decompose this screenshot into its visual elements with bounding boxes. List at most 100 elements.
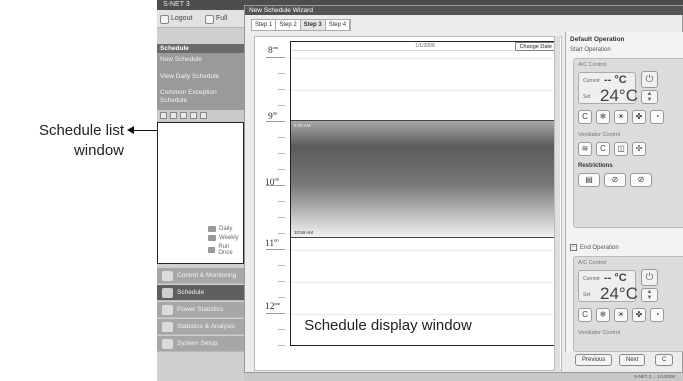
menu-new-schedule[interactable]: New Schedule <box>160 56 242 64</box>
list-item[interactable]: Daily <box>208 226 232 232</box>
list-item-label: Weekly <box>219 235 239 241</box>
hour: 10 <box>265 178 275 188</box>
tab-step-2[interactable]: Step 2 <box>276 20 301 30</box>
full-button[interactable]: Full <box>205 13 227 25</box>
list-item[interactable]: Run Once <box>208 244 243 256</box>
schedule-list-window: Daily Weekly Run Once <box>157 122 244 264</box>
quarter-tick <box>278 345 285 346</box>
schedule-event-block[interactable]: 9:00 AM 10:59 AM <box>291 120 559 238</box>
tab-step-3[interactable]: Step 3 <box>300 20 326 30</box>
current-label: Current <box>583 276 600 282</box>
tab-step-4[interactable]: Step 4 <box>326 20 351 30</box>
logout-button[interactable]: Logout <box>160 13 192 25</box>
hour-suffix: pm <box>274 301 281 306</box>
dry-mode-icon[interactable]: ◔ <box>650 308 664 322</box>
hour-tick <box>266 249 285 250</box>
end-operation-label: End Operation <box>580 244 619 251</box>
lock-remote-icon[interactable]: ▤ <box>578 173 600 187</box>
callout-line-1: Schedule list <box>38 122 124 139</box>
power-icon[interactable]: ⏻ <box>641 71 658 88</box>
quarter-tick <box>278 137 285 138</box>
event-start-time: 9:00 AM <box>294 123 311 128</box>
heat-mode-icon[interactable]: ☀ <box>614 110 628 124</box>
edit-icon[interactable] <box>170 112 177 119</box>
hour-tick <box>266 185 285 186</box>
schedule-icon-row <box>157 110 244 122</box>
nav-label: Power Statistics <box>177 306 224 313</box>
temp-stepper[interactable]: ▲ ▼ <box>641 90 658 104</box>
cancel-button[interactable]: C <box>655 354 674 366</box>
app-title: S-NET 3 <box>163 1 190 8</box>
cool-mode-icon[interactable]: ❄ <box>596 308 610 322</box>
vent-bypass-icon[interactable]: ◫ <box>614 142 628 156</box>
schedule-area: 8am 900 1000 1100 12pm 1/1/2008 Change D… <box>254 36 562 371</box>
next-button[interactable]: Next <box>619 354 646 366</box>
quarter-tick <box>278 233 285 234</box>
heat-mode-icon[interactable]: ☀ <box>614 308 628 322</box>
schedule-display-window[interactable]: 1/1/2008 Change Date 9:00 AM 10:59 AM <box>290 41 560 346</box>
logout-icon <box>160 14 169 24</box>
nav-system-setup[interactable]: System Setup <box>157 336 244 352</box>
hour-suffix: 00 <box>274 238 279 243</box>
settings-icon <box>162 339 173 349</box>
tab-step-1[interactable]: Step 1 <box>252 20 277 30</box>
menu-view-daily[interactable]: View Daily Schedule <box>160 73 242 81</box>
add-icon[interactable] <box>160 112 167 119</box>
dry-mode-icon[interactable]: ◔ <box>650 110 664 124</box>
vent-auto-icon[interactable]: C <box>596 142 610 156</box>
nav-control-monitoring[interactable]: Control & Monitoring <box>157 268 244 284</box>
refresh-icon[interactable] <box>200 112 207 119</box>
nav-schedule[interactable]: Schedule <box>157 285 244 301</box>
mode-buttons: C ❄ ☀ ✤ ◔ <box>578 308 664 322</box>
current-temp: -- °C <box>604 272 627 284</box>
copy-icon[interactable] <box>180 112 187 119</box>
previous-button[interactable]: Previous <box>575 354 613 366</box>
vent-fan-icon[interactable]: ✣ <box>632 142 646 156</box>
schedule-menu: New Schedule View Daily Schedule Common … <box>157 53 244 110</box>
restrictions-label: Restrictions <box>578 163 613 169</box>
list-item[interactable]: Weekly <box>208 235 239 241</box>
delete-icon[interactable] <box>190 112 197 119</box>
main-nav: Control & Monitoring Schedule Power Stat… <box>157 268 244 378</box>
schedule-icon <box>162 288 173 298</box>
ac-control-label: A/C Control <box>578 62 607 68</box>
quarter-tick <box>278 265 285 266</box>
fan-mode-icon[interactable]: ✤ <box>632 308 646 322</box>
logout-label: Logout <box>171 15 193 22</box>
quarter-tick <box>278 217 285 218</box>
nav-power-statistics[interactable]: Power Statistics <box>157 302 244 318</box>
time-label-11: 1100 <box>265 238 279 249</box>
power-icon[interactable]: ⏻ <box>641 269 658 286</box>
default-operation-panel: Default Operation Start Operation A/C Co… <box>565 32 683 352</box>
nav-statistics-analysis[interactable]: Statistics & Analysis <box>157 319 244 335</box>
grid-line <box>291 90 559 91</box>
ventilator-buttons: ≋ C ◫ ✣ <box>578 142 646 156</box>
menu-common-exception[interactable]: Common Exception Schedule <box>160 89 242 105</box>
power-icon <box>162 305 173 315</box>
quarter-tick <box>278 297 285 298</box>
monitor-icon <box>162 271 173 281</box>
lock-temp-icon[interactable]: ⊘ <box>604 173 626 187</box>
lock-mode-icon[interactable]: ⊘ <box>630 173 652 187</box>
fan-mode-icon[interactable]: ✤ <box>632 110 646 124</box>
quarter-tick <box>278 201 285 202</box>
hour-suffix: 00 <box>272 111 278 116</box>
hour-tick <box>266 121 285 122</box>
current-temp: -- °C <box>604 74 627 86</box>
quarter-tick <box>278 329 285 330</box>
vertical-scrollbar[interactable] <box>554 36 560 371</box>
grid-line <box>291 314 559 315</box>
calendar-icon <box>208 226 216 232</box>
grid-line <box>291 282 559 283</box>
change-date-button[interactable]: Change Date <box>514 42 557 51</box>
list-item-label: Run Once <box>218 244 233 256</box>
cool-mode-icon[interactable]: ❄ <box>596 110 610 124</box>
auto-mode-icon[interactable]: C <box>578 308 592 322</box>
hour-suffix: am <box>272 45 279 50</box>
vent-mode-icon[interactable]: ≋ <box>578 142 592 156</box>
auto-mode-icon[interactable]: C <box>578 110 592 124</box>
callout-line-2: window <box>73 142 124 159</box>
end-operation-toggle[interactable]: − End Operation <box>570 244 619 251</box>
temp-stepper[interactable]: ▲ ▼ <box>641 288 658 302</box>
left-toolbar: Logout Full <box>157 10 244 28</box>
